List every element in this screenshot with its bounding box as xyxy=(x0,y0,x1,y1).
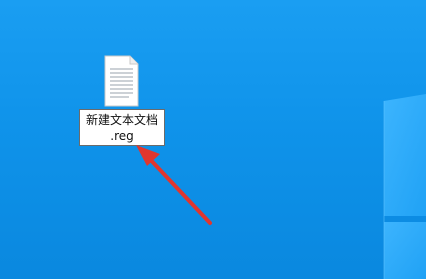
desktop[interactable]: 新建文本文档 .reg xyxy=(0,0,426,279)
text-document-icon[interactable] xyxy=(101,55,141,107)
file-name-line1: 新建文本文档 xyxy=(85,113,158,127)
file-name-line2: .reg xyxy=(110,129,134,143)
windows-logo-icon xyxy=(383,94,426,279)
file-name-edit-field[interactable]: 新建文本文档 .reg xyxy=(79,109,165,146)
